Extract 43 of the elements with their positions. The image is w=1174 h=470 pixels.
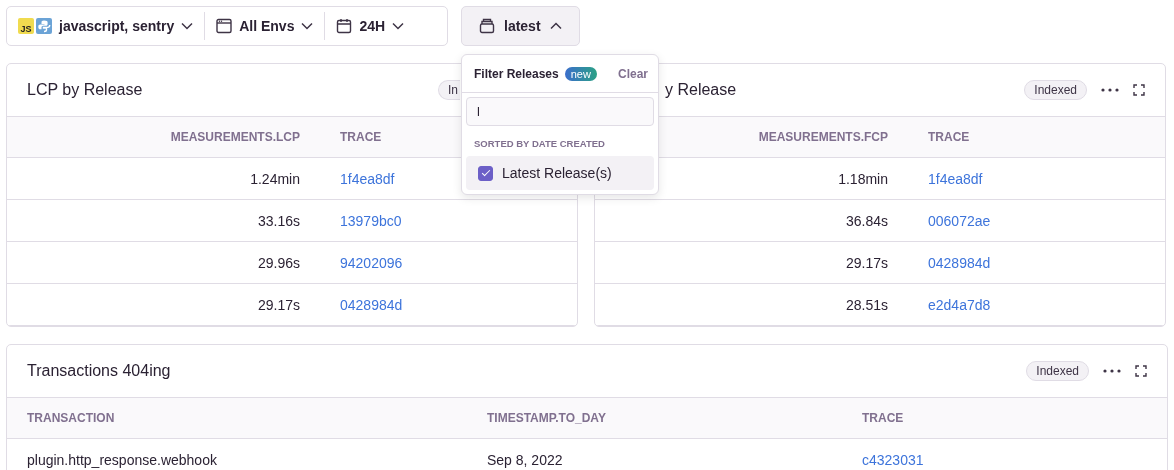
column-header: TRACE	[842, 398, 1167, 439]
widget-title: y Release	[665, 81, 737, 99]
column-header: TRACE	[908, 117, 1165, 158]
table-cell: Sep 8, 2022	[487, 451, 563, 468]
clear-button[interactable]: Clear	[617, 66, 648, 81]
checkbox[interactable]	[478, 165, 493, 181]
box-icon	[479, 18, 495, 34]
table-cell: 1.18min	[838, 170, 888, 187]
new-badge: new	[564, 66, 597, 81]
column-header: MEASUREMENTS.LCP	[7, 117, 320, 158]
column-header: TRANSACTION	[7, 398, 467, 439]
search-field[interactable]: l	[466, 97, 654, 126]
table-cell: 29.17s	[845, 254, 888, 271]
table-cell: 29.17s	[257, 296, 300, 313]
indexed-badge: Indexed	[1024, 80, 1087, 100]
trace-link[interactable]: 1f4ea8df	[340, 170, 395, 187]
widget-title: Transactions 404ing	[27, 362, 171, 380]
trace-link[interactable]: e2d4a7d8	[928, 296, 991, 313]
table-cell: 28.51s	[845, 296, 888, 313]
trace-link[interactable]: 006072ae	[928, 212, 991, 229]
trace-link[interactable]: c4323031	[862, 451, 924, 468]
release-selector[interactable]: latest	[461, 6, 580, 46]
trace-link[interactable]: 94202096	[340, 254, 403, 271]
trace-link[interactable]: 0428984d	[340, 296, 403, 313]
more-icon[interactable]	[1103, 369, 1121, 373]
menu-title: Filter Releases	[474, 66, 559, 81]
more-icon[interactable]	[1101, 88, 1119, 92]
trace-link[interactable]: 1f4ea8df	[928, 170, 983, 187]
caret-icon	[549, 22, 562, 30]
menu-option[interactable]: Latest Release(s)	[466, 156, 654, 190]
expand-icon[interactable]	[1133, 84, 1145, 96]
indexed-badge: In	[438, 80, 460, 100]
table-cell: 29.96s	[257, 254, 300, 271]
table-cell: 1.24min	[250, 170, 300, 187]
table-cell: 33.16s	[257, 212, 300, 229]
table-cell: 36.84s	[845, 212, 888, 229]
table-cell: plugin.http_response.webhook	[27, 451, 217, 468]
expand-icon[interactable]	[1135, 365, 1147, 377]
indexed-badge: Indexed	[1026, 361, 1089, 381]
widget-title: LCP by Release	[27, 81, 143, 99]
trace-link[interactable]: 13979bc0	[340, 212, 402, 229]
trace-link[interactable]: 0428984d	[928, 254, 991, 271]
column-header: TIMESTAMP.TO_DAY	[467, 398, 842, 439]
